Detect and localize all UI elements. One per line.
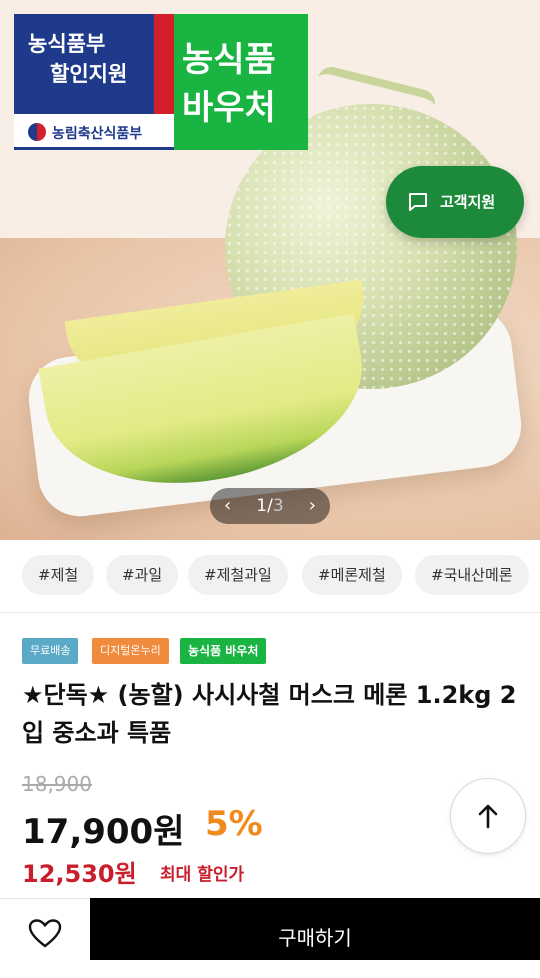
product-image-carousel[interactable]: 농식품부 할인지원 농림축산식품부 농식품 바우처 고객지원 ‹ 1/3 ›: [0, 0, 540, 540]
max-discount-price: 12,530원: [22, 860, 137, 888]
digital-onnuri-chip: 디지털온누리: [92, 638, 169, 664]
ministry-name: 농림축산식품부: [52, 126, 143, 142]
ministry-discount-badge: 농식품부 할인지원 농림축산식품부: [14, 14, 174, 150]
wishlist-button[interactable]: [0, 898, 90, 960]
free-shipping-chip: 무료배송: [22, 638, 79, 664]
sale-price: 17,900원: [22, 812, 185, 852]
product-title: ★단독★ (농할) 사시사철 머스크 메론 1.2kg 2입 중소과 특품: [22, 681, 517, 747]
tag-item[interactable]: #메론제철: [302, 555, 402, 595]
max-discount-label: 최대 할인가: [160, 865, 245, 885]
hashtag-list: #제철 #과일 #제철과일 #메론제철 #국내산메론: [0, 540, 540, 613]
badge-line1: 농식품부: [28, 32, 106, 56]
buy-button[interactable]: 구매하기: [90, 898, 540, 960]
badge-line2: 할인지원: [50, 62, 128, 86]
tag-item[interactable]: #제철과일: [188, 555, 288, 595]
tag-item[interactable]: #과일: [106, 555, 179, 595]
voucher-line2: 바우처: [182, 88, 276, 128]
voucher-chip: 농식품 바우처: [180, 638, 267, 664]
customer-support-label: 고객지원: [440, 193, 496, 211]
arrow-up-icon: [478, 804, 498, 829]
total-images: 3: [272, 496, 284, 516]
image-pager: ‹ 1/3 ›: [210, 488, 330, 524]
tag-item[interactable]: #국내산메론: [415, 555, 529, 595]
voucher-badge: 농식품 바우처: [174, 14, 308, 150]
voucher-line1: 농식품: [182, 40, 276, 80]
customer-support-button[interactable]: 고객지원: [386, 166, 524, 238]
government-emblem-icon: [28, 123, 46, 141]
original-price: 18,900: [22, 772, 92, 796]
discount-rate: 5%: [205, 804, 263, 844]
bottom-action-bar: 구매하기: [0, 898, 540, 960]
heart-icon: [28, 919, 62, 948]
chat-bubble-icon: [409, 193, 427, 211]
current-image: 1: [256, 496, 268, 516]
tag-item[interactable]: #제철: [22, 555, 95, 595]
chevron-right-icon[interactable]: ›: [309, 495, 316, 516]
scroll-top-button[interactable]: [450, 778, 526, 854]
